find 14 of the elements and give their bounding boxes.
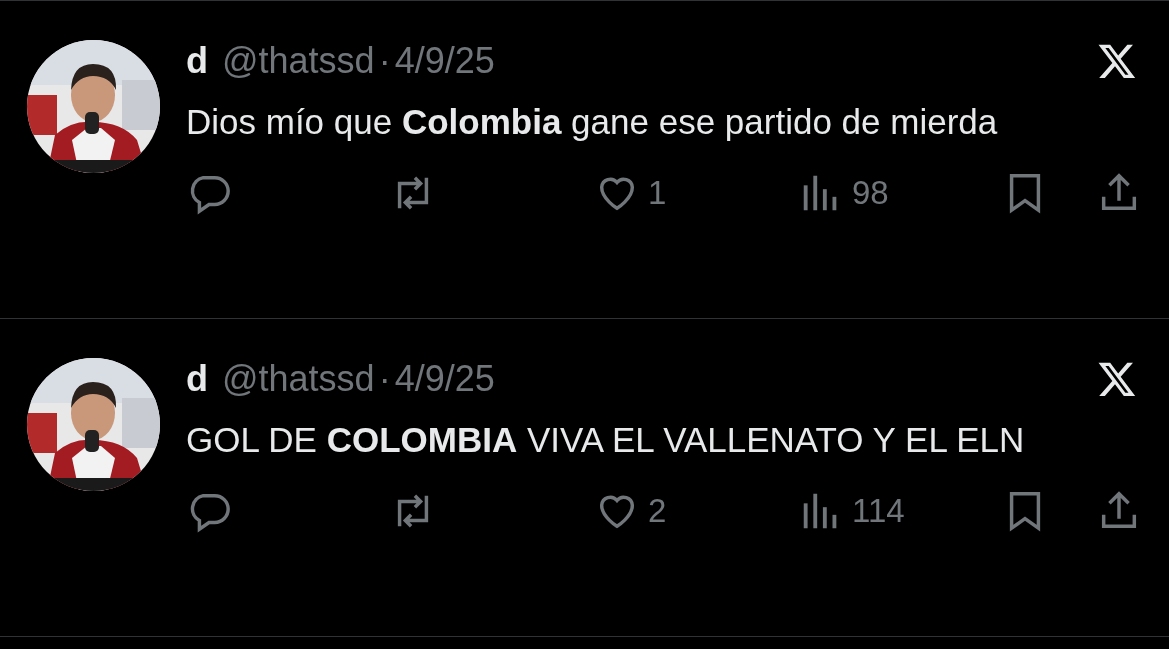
user-handle[interactable]: @thatssd — [222, 39, 375, 83]
like-count: 1 — [648, 174, 667, 212]
user-handle[interactable]: @thatssd — [222, 357, 375, 401]
view-count: 114 — [852, 492, 905, 530]
display-name[interactable]: d — [186, 357, 208, 401]
post-date[interactable]: 4/9/25 — [394, 357, 495, 401]
post-text: Dios mío que Colombia gane ese partido de mierda — [186, 101, 999, 143]
post-text: GOL DE COLOMBIA VIVA EL VALLENATO Y EL ELN — [186, 419, 1026, 461]
separator-dot: · — [378, 357, 391, 401]
view-count: 98 — [852, 174, 889, 212]
like-count: 2 — [648, 492, 667, 530]
post-date[interactable]: 4/9/25 — [394, 39, 495, 83]
separator-dot: · — [378, 39, 391, 83]
display-name[interactable]: d — [186, 39, 208, 83]
